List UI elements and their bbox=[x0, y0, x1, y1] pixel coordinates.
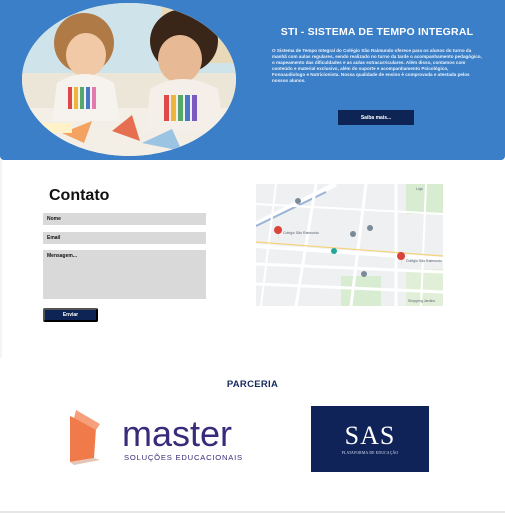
contact-title: Contato bbox=[49, 187, 110, 204]
name-field[interactable]: Nome bbox=[43, 213, 206, 225]
hero-text: STI - SISTEMA DE TEMPO INTEGRAL O Sistem… bbox=[272, 26, 482, 85]
hero-title: STI - SISTEMA DE TEMPO INTEGRAL bbox=[280, 26, 474, 38]
hero-photo-children bbox=[22, 3, 236, 156]
page: STI - SISTEMA DE TEMPO INTEGRAL O Sistem… bbox=[0, 0, 505, 513]
location-map[interactable]: Colégio São Raimundo Colégio São Raimund… bbox=[256, 184, 443, 306]
hero-description: O Sistema de Tempo Integral do Colégio S… bbox=[272, 48, 482, 84]
learn-more-button[interactable]: Saiba mais... bbox=[338, 110, 414, 125]
partners-title: PARCERIA bbox=[226, 379, 279, 390]
sas-tagline: PLATAFORMA DE EDUCAÇÃO bbox=[341, 451, 399, 455]
map-label: Colégio São Raimundo bbox=[283, 231, 319, 235]
svg-text:Loja: Loja bbox=[416, 187, 423, 191]
map-label: Colégio São Raimundo bbox=[406, 259, 442, 263]
sas-logo[interactable]: SAS PLATAFORMA DE EDUCAÇÃO bbox=[311, 406, 429, 472]
left-edge bbox=[0, 160, 2, 358]
map-label: Shopping Jardins bbox=[408, 299, 435, 303]
hero-banner: STI - SISTEMA DE TEMPO INTEGRAL O Sistem… bbox=[0, 0, 505, 160]
message-field[interactable]: Mensagem... bbox=[43, 250, 206, 299]
master-wordmark: master bbox=[122, 413, 232, 454]
master-tagline: SOLUÇÕES EDUCACIONAIS bbox=[124, 453, 243, 462]
master-logo[interactable]: master SOLUÇÕES EDUCACIONAIS bbox=[66, 408, 256, 466]
send-button[interactable]: Enviar bbox=[43, 308, 98, 322]
sas-wordmark: SAS bbox=[344, 421, 396, 450]
email-field[interactable]: Email bbox=[43, 232, 206, 244]
